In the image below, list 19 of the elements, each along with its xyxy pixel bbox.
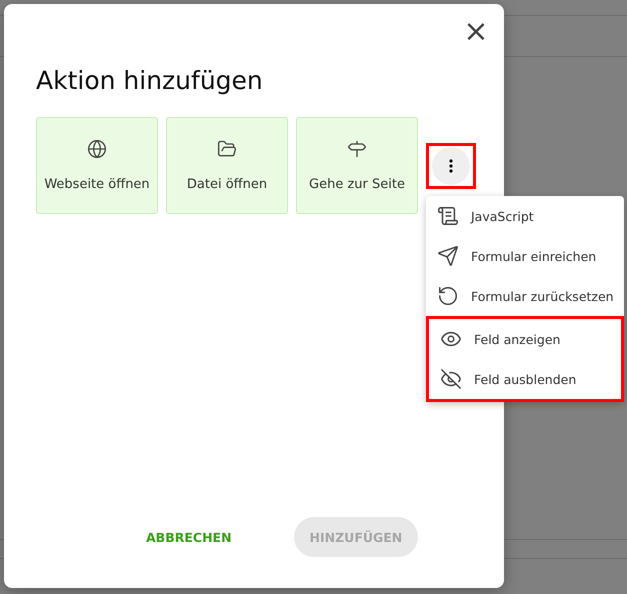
folder-icon: [217, 139, 237, 159]
dialog-title: Aktion hinzufügen: [36, 66, 263, 95]
action-card[interactable]: Gehe zur Seite: [296, 117, 418, 214]
menu-item[interactable]: Formular einreichen: [426, 236, 624, 276]
menu-item[interactable]: JavaScript: [426, 196, 624, 236]
close-button[interactable]: ×: [462, 18, 490, 46]
menu-item[interactable]: Feld anzeigen: [429, 319, 621, 359]
menu-item[interactable]: Feld ausblenden: [429, 359, 621, 399]
kebab-icon: [449, 158, 453, 172]
scroll-icon: [437, 205, 459, 227]
globe-icon: [87, 139, 107, 159]
action-card[interactable]: Datei öffnen: [166, 117, 288, 214]
eye-off-icon: [440, 368, 462, 390]
more-button[interactable]: [432, 146, 470, 184]
reset-icon: [437, 285, 459, 307]
menu-item[interactable]: Formular zurücksetzen: [426, 276, 624, 316]
signpost-icon: [347, 139, 367, 159]
paper-plane-icon: [437, 245, 459, 267]
action-card[interactable]: Webseite öffnen: [36, 117, 158, 214]
